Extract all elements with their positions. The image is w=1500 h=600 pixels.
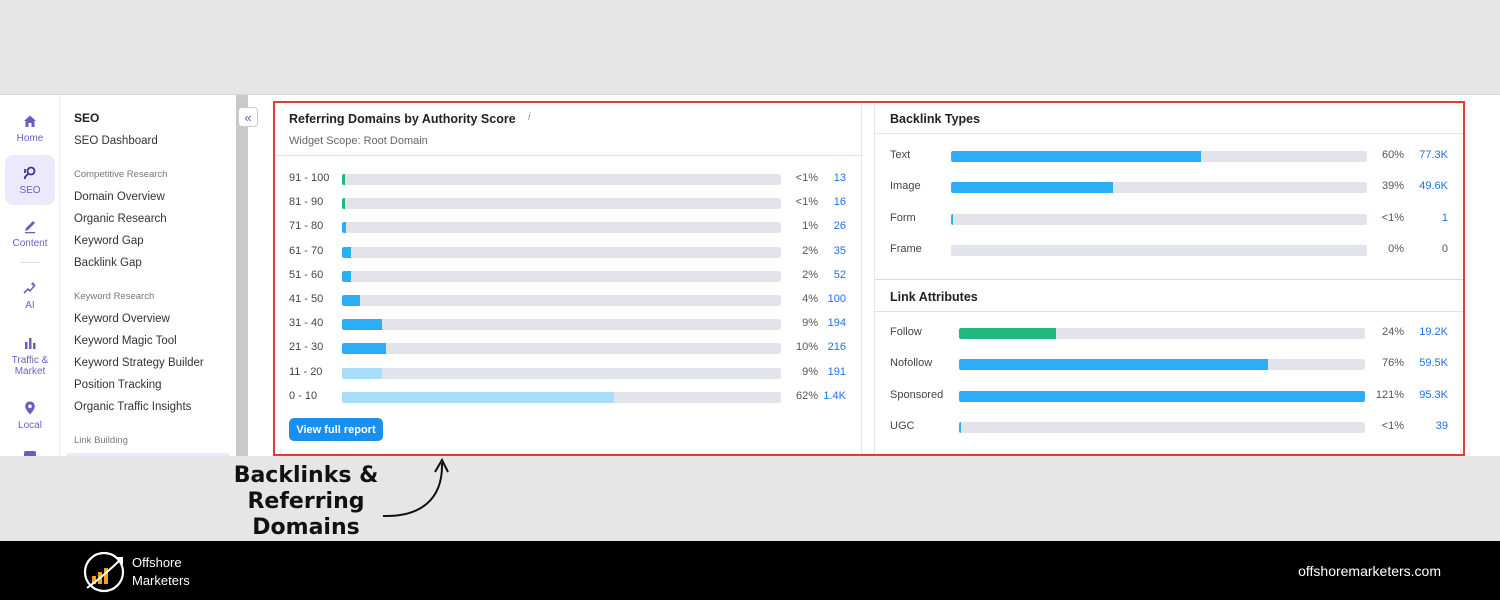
menu-section-heading: Competitive Research: [74, 169, 168, 180]
annotation-text: Backlinks & Referring Domains: [220, 463, 392, 541]
menu-link[interactable]: Organic Traffic Insights: [74, 401, 191, 413]
menu-section-heading: Keyword Research: [74, 291, 155, 302]
annotation-line: Domains: [252, 515, 360, 540]
home-icon: [24, 115, 36, 127]
rail-item-local[interactable]: Local: [5, 390, 55, 440]
rail-label: Home: [16, 132, 44, 144]
bar-chart-icon: [25, 338, 36, 349]
rail-label: AI: [25, 299, 35, 311]
brand-line2: Marketers: [132, 573, 190, 588]
menu-link[interactable]: Organic Research: [74, 213, 167, 225]
menu-link-seo-dashboard[interactable]: SEO Dashboard: [74, 135, 158, 147]
rail-label: Local: [18, 419, 42, 431]
top-background-band: [0, 0, 1500, 94]
brand-line1: Offshore: [132, 555, 182, 570]
curved-arrow-icon: [382, 457, 449, 518]
annotation-line: Backlinks &: [233, 463, 379, 488]
rail-label: Content: [12, 237, 48, 249]
rail-label: SEO: [19, 184, 41, 196]
menu-section-heading: Link Building: [74, 435, 128, 446]
rail-item-traffic-market[interactable]: Traffic & Market: [5, 327, 55, 385]
menu-link[interactable]: Keyword Strategy Builder: [74, 357, 204, 369]
rail-label-line1: Traffic &: [11, 355, 49, 366]
annotation-line: Referring: [247, 489, 365, 514]
rail-item-home[interactable]: Home: [5, 103, 55, 153]
highlight-box: [273, 101, 1465, 456]
footer-bar: Offshore Marketers offshoremarketers.com: [0, 541, 1500, 600]
menu-link[interactable]: Keyword Gap: [74, 235, 144, 247]
rail-item-seo[interactable]: SEO: [5, 155, 55, 205]
rail-partial-icon: [24, 451, 36, 456]
icon-rail: Home SEO Content AI Traffic & Market Loca…: [0, 95, 60, 456]
rail-divider: [20, 262, 40, 263]
rail-item-ai[interactable]: AI: [5, 270, 55, 320]
menu-scrollbar[interactable]: [236, 95, 248, 456]
menu-active-item[interactable]: [66, 453, 230, 456]
menu-link[interactable]: Position Tracking: [74, 379, 162, 391]
pen-icon: [25, 220, 35, 233]
collapse-menu-button[interactable]: «: [238, 107, 258, 127]
location-pin-icon: [25, 401, 35, 414]
menu-link[interactable]: Keyword Overview: [74, 313, 170, 325]
seo-menu: SEO SEO Dashboard Competitive Research D…: [60, 95, 236, 456]
rail-item-content[interactable]: Content: [5, 208, 55, 258]
rail-label: Traffic & Market: [12, 355, 49, 377]
menu-link[interactable]: Backlink Gap: [74, 257, 142, 269]
offshore-marketers-logo: [83, 551, 125, 593]
menu-link[interactable]: Keyword Magic Tool: [74, 335, 177, 347]
sparkle-icon: [23, 281, 36, 294]
rail-label-line2: Market: [14, 366, 46, 377]
website-link[interactable]: offshoremarketers.com: [1298, 563, 1441, 579]
menu-title: SEO: [74, 111, 100, 125]
seo-icon: [24, 166, 36, 179]
menu-link[interactable]: Domain Overview: [74, 191, 165, 203]
